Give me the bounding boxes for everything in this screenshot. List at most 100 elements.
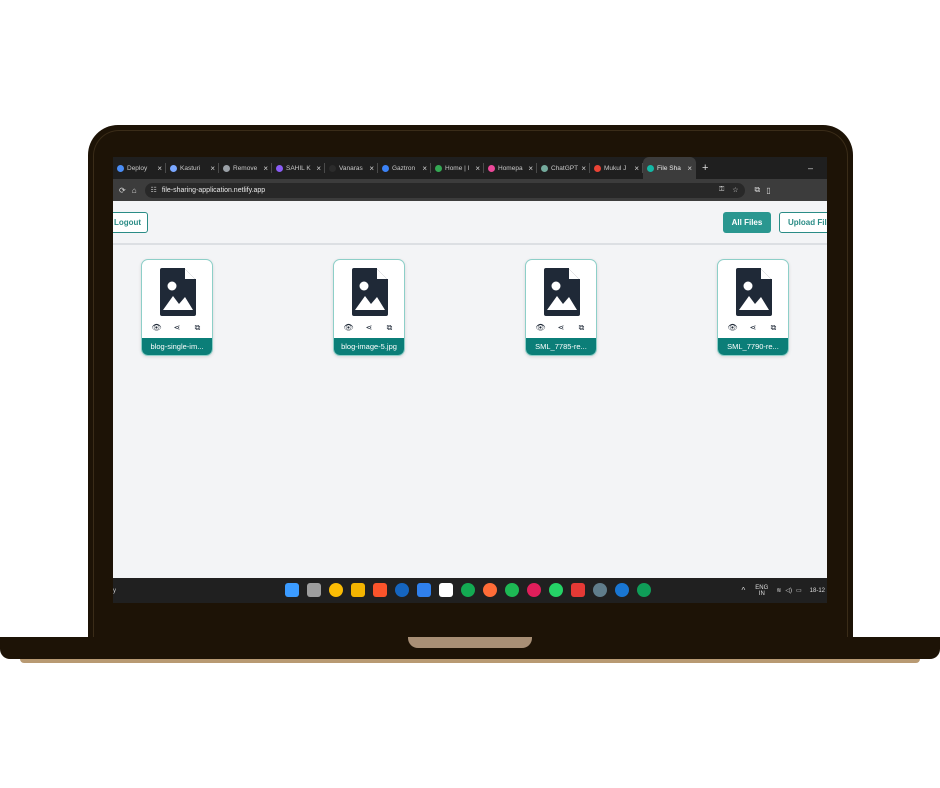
tab-title: Home | l [445,164,470,172]
new-tab-button[interactable]: + [702,162,708,174]
share-icon[interactable]: ⋖ [171,323,183,333]
chrome-icon[interactable] [329,583,343,597]
tab-close-icon[interactable]: × [528,164,533,173]
file-name: SML_7790-re... [718,338,788,355]
logout-button[interactable]: Logout [113,212,148,233]
extensions-icon[interactable]: ⧉ [755,185,761,195]
language-indicator[interactable]: ENG IN [755,585,768,597]
view-eye-icon[interactable]: 👁 [535,323,547,333]
browser-tab[interactable]: File Sha × [643,157,696,179]
windows-taskbar: y ^ ENG IN ≋ ◁) ▭ 18-12 [113,578,827,603]
file-card[interactable]: 👁 ⋖ ⧉ SML_7785-re... [525,259,597,356]
browser-tab[interactable]: Remove × [219,157,272,179]
edge-icon[interactable] [637,583,651,597]
start-menu-icon[interactable] [285,583,299,597]
view-eye-icon[interactable]: 👁 [343,323,355,333]
share-icon[interactable]: ⋖ [363,323,375,333]
settings-gear-icon[interactable] [593,583,607,597]
taskbar-left-text: y [113,587,116,594]
mongodb-icon[interactable] [461,583,475,597]
tab-favicon-icon [488,164,495,172]
tab-close-icon[interactable]: × [687,164,692,173]
browser-tab-strip: Deploy × Kasturi × Remove × SAHIL K × Vanaras × Ga… [113,157,827,179]
bookmark-star-icon[interactable]: ☆ [732,186,738,194]
browser-toolbar: ⟳ ⌂ ☷ file-sharing-application.netlify.a… [113,179,827,201]
tab-favicon-icon [329,164,336,172]
tab-close-icon[interactable]: × [210,164,215,173]
tab-close-icon[interactable]: × [422,164,427,173]
browser-tab[interactable]: Vanaras × [325,157,378,179]
file-explorer-icon[interactable] [351,583,365,597]
tab-title: Deploy [127,164,148,172]
file-actions: 👁 ⋖ ⧉ [334,323,404,333]
tab-favicon-icon [276,164,283,172]
open-external-icon[interactable]: ⧉ [192,323,204,333]
file-card[interactable]: 👁 ⋖ ⧉ blog-image-5.jpg [333,259,405,356]
view-eye-icon[interactable]: 👁 [151,323,163,333]
tab-favicon-icon [117,164,124,172]
taskbar-apps [281,583,655,597]
spotify-icon[interactable] [505,583,519,597]
tab-close-icon[interactable]: × [475,164,480,173]
zoom-icon[interactable] [395,583,409,597]
address-bar-url[interactable]: file-sharing-application.netlify.app [162,187,711,194]
wifi-icon[interactable]: ≋ [776,587,781,594]
file-name: blog-single-im... [142,338,212,355]
anydesk-icon[interactable] [571,583,585,597]
browser-tab[interactable]: Deploy × [113,157,166,179]
tab-favicon-icon [647,164,654,172]
browser-tab[interactable]: Home | l × [431,157,484,179]
task-view-icon[interactable] [307,583,321,597]
tab-favicon-icon [223,164,230,172]
file-actions: 👁 ⋖ ⧉ [718,323,788,333]
tab-close-icon[interactable]: × [316,164,321,173]
whatsapp-icon[interactable] [549,583,563,597]
volume-icon[interactable]: ◁) [785,587,792,594]
laptop-base-lip [20,659,920,663]
open-external-icon[interactable]: ⧉ [768,323,780,333]
tab-close-icon[interactable]: × [157,164,162,173]
notepad-icon[interactable] [439,583,453,597]
site-settings-icon[interactable]: ☷ [151,186,157,194]
tab-close-icon[interactable]: × [634,164,639,173]
chevron-up-icon[interactable]: ^ [742,586,746,595]
browser-tab[interactable]: Homepa × [484,157,537,179]
share-icon[interactable]: ⋖ [747,323,759,333]
battery-icon[interactable]: ▭ [796,587,802,594]
upload-file-button[interactable]: Upload Fil [779,212,827,233]
browser-tab[interactable]: Kasturi × [166,157,219,179]
share-icon[interactable]: ⋖ [555,323,567,333]
all-files-button[interactable]: All Files [723,212,771,233]
clock-date[interactable]: 18-12 [810,588,825,594]
file-card[interactable]: 👁 ⋖ ⧉ SML_7790-re... [717,259,789,356]
file-name: SML_7785-re... [526,338,596,355]
window-minimize-button[interactable]: – [808,163,813,173]
side-panel-icon[interactable]: ▯ [766,186,770,195]
system-tray: ^ ENG IN ≋ ◁) ▭ 18-12 [742,578,827,603]
open-external-icon[interactable]: ⧉ [576,323,588,333]
browser-tab[interactable]: Mukul J × [590,157,643,179]
browser-tab[interactable]: SAHIL K × [272,157,325,179]
browser-tab[interactable]: ChatGPT × [537,157,590,179]
file-card[interactable]: 👁 ⋖ ⧉ blog-single-im... [141,259,213,356]
reload-icon[interactable]: ⟳ [119,186,126,195]
tab-title: Mukul J [604,164,627,172]
app-icon[interactable] [615,583,629,597]
slack-icon[interactable] [527,583,541,597]
vscode-icon[interactable] [417,583,431,597]
postman-icon[interactable] [483,583,497,597]
tab-title: SAHIL K [286,164,311,172]
tab-close-icon[interactable]: × [263,164,268,173]
tab-favicon-icon [541,164,548,172]
tab-close-icon[interactable]: × [369,164,374,173]
brave-icon[interactable] [373,583,387,597]
laptop-screen: Deploy × Kasturi × Remove × SAHIL K × Vanaras × Ga… [113,157,827,603]
tab-close-icon[interactable]: × [581,164,586,173]
password-key-icon[interactable]: ⚿ [719,186,724,194]
address-bar[interactable]: ☷ file-sharing-application.netlify.app ⚿… [144,182,745,198]
home-icon[interactable]: ⌂ [132,186,137,195]
tab-title: ChatGPT [551,164,579,172]
browser-tab[interactable]: Gaztron × [378,157,431,179]
open-external-icon[interactable]: ⧉ [384,323,396,333]
view-eye-icon[interactable]: 👁 [727,323,739,333]
